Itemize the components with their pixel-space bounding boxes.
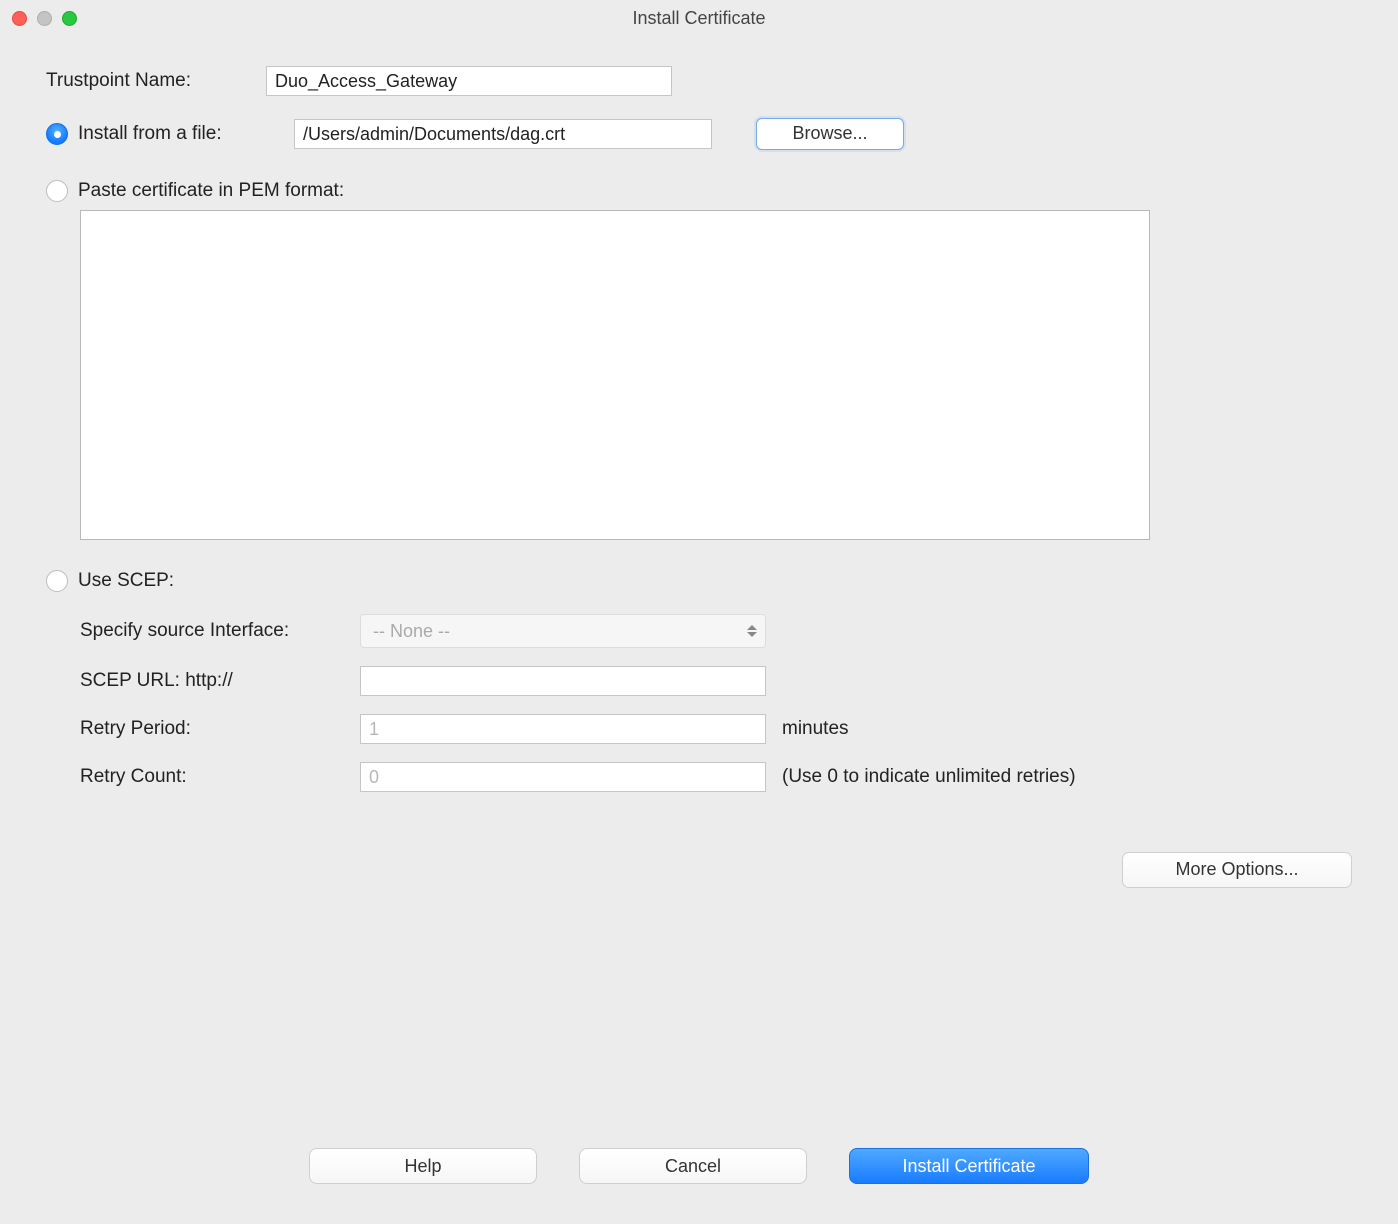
paste-pem-radio[interactable] bbox=[46, 180, 68, 202]
window-controls bbox=[12, 11, 77, 26]
install-from-file-radio[interactable] bbox=[46, 123, 68, 145]
trustpoint-label: Trustpoint Name: bbox=[46, 70, 266, 92]
use-scep-section: Use SCEP: Specify source Interface: -- N… bbox=[46, 570, 1352, 792]
trustpoint-name-input[interactable] bbox=[266, 66, 672, 96]
scep-source-interface-label: Specify source Interface: bbox=[80, 620, 360, 642]
retry-period-suffix: minutes bbox=[782, 718, 849, 740]
footer-buttons: Help Cancel Install Certificate bbox=[0, 1148, 1398, 1184]
more-options-row: More Options... bbox=[46, 852, 1352, 888]
scep-url-input[interactable] bbox=[360, 666, 766, 696]
scep-source-interface-value: -- None -- bbox=[373, 621, 450, 642]
retry-count-suffix: (Use 0 to indicate unlimited retries) bbox=[782, 766, 1076, 788]
cancel-button[interactable]: Cancel bbox=[579, 1148, 807, 1184]
retry-count-row: Retry Count: (Use 0 to indicate unlimite… bbox=[80, 762, 1352, 792]
file-path-input[interactable] bbox=[294, 119, 712, 149]
scep-fields: Specify source Interface: -- None -- SCE… bbox=[80, 614, 1352, 792]
window-title: Install Certificate bbox=[0, 8, 1398, 29]
scep-source-interface-select[interactable]: -- None -- bbox=[360, 614, 766, 648]
install-from-file-label: Install from a file: bbox=[78, 123, 222, 145]
retry-period-label: Retry Period: bbox=[80, 718, 360, 740]
browse-button[interactable]: Browse... bbox=[756, 118, 904, 150]
help-button[interactable]: Help bbox=[309, 1148, 537, 1184]
use-scep-radio[interactable] bbox=[46, 570, 68, 592]
more-options-button[interactable]: More Options... bbox=[1122, 852, 1352, 888]
scep-url-row: SCEP URL: http:// bbox=[80, 666, 1352, 696]
retry-count-label: Retry Count: bbox=[80, 766, 360, 788]
scep-url-label: SCEP URL: http:// bbox=[80, 670, 360, 692]
scep-source-interface-row: Specify source Interface: -- None -- bbox=[80, 614, 1352, 648]
install-certificate-window: Install Certificate Trustpoint Name: Ins… bbox=[0, 0, 1398, 1224]
paste-pem-label: Paste certificate in PEM format: bbox=[78, 180, 344, 202]
maximize-icon[interactable] bbox=[62, 11, 77, 26]
retry-period-input[interactable] bbox=[360, 714, 766, 744]
paste-pem-section: Paste certificate in PEM format: bbox=[46, 180, 1352, 570]
close-icon[interactable] bbox=[12, 11, 27, 26]
chevron-updown-icon bbox=[747, 625, 757, 637]
use-scep-label: Use SCEP: bbox=[78, 570, 174, 592]
retry-count-input[interactable] bbox=[360, 762, 766, 792]
pem-textarea[interactable] bbox=[80, 210, 1150, 540]
retry-period-row: Retry Period: minutes bbox=[80, 714, 1352, 744]
trustpoint-row: Trustpoint Name: bbox=[46, 66, 1352, 96]
install-certificate-button[interactable]: Install Certificate bbox=[849, 1148, 1089, 1184]
titlebar: Install Certificate bbox=[0, 0, 1398, 36]
minimize-icon[interactable] bbox=[37, 11, 52, 26]
install-from-file-row: Install from a file: Browse... bbox=[46, 118, 1352, 150]
dialog-body: Trustpoint Name: Install from a file: Br… bbox=[0, 36, 1398, 888]
